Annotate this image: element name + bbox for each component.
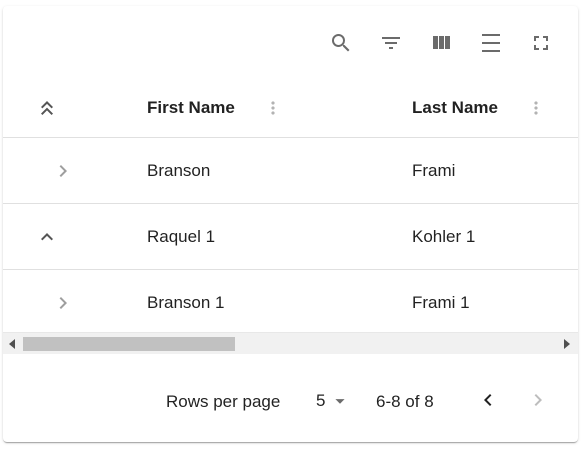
expand-cell — [27, 204, 87, 269]
expand-all-button[interactable] — [27, 88, 67, 128]
horizontal-scrollbar[interactable] — [3, 332, 578, 354]
expand-cell — [27, 138, 87, 203]
more-vert-icon — [534, 100, 538, 115]
density-button[interactable] — [474, 26, 508, 60]
cell-first-name: Raquel 1 — [147, 226, 216, 246]
chevron-left-icon — [484, 394, 492, 406]
table-header-row: First Name Last Name — [3, 78, 578, 138]
cell-last-name: Kohler 1 — [412, 226, 476, 246]
rows-per-page-label: Rows per page — [166, 392, 281, 411]
expand-row-button[interactable] — [43, 151, 83, 191]
chevron-right-icon — [59, 164, 67, 177]
search-button[interactable] — [324, 26, 358, 60]
triangle-left-icon — [9, 339, 15, 349]
arrow-drop-down-icon — [335, 399, 346, 404]
chevron-right-icon — [534, 394, 542, 406]
cell-last-name: Frami 1 — [412, 292, 470, 312]
density-icon — [482, 34, 500, 52]
rows-per-page-select[interactable]: 5 — [308, 384, 351, 418]
table-row: Raquel 1 Kohler 1 — [3, 204, 578, 270]
scrollbar-thumb[interactable] — [23, 337, 235, 351]
scroll-right-button[interactable] — [558, 333, 576, 355]
collapse-row-button[interactable] — [27, 217, 67, 257]
table-row: Branson Frami — [3, 138, 578, 204]
first-name-column-menu-button[interactable] — [261, 78, 285, 137]
previous-page-button[interactable] — [470, 382, 506, 418]
triangle-right-icon — [564, 339, 570, 349]
pagination-bar: Rows per page 5 6-8 of 8 — [3, 354, 578, 442]
search-icon — [332, 34, 350, 52]
last-name-column-menu-button[interactable] — [524, 78, 548, 137]
filter-icon — [382, 37, 400, 49]
pagination-range: 6-8 of 8 — [376, 392, 434, 411]
data-table: First Name Last Name Branson Frami Raque… — [3, 78, 578, 336]
expand-cell — [27, 270, 87, 335]
scroll-left-button[interactable] — [3, 333, 21, 355]
more-vert-icon — [271, 100, 275, 115]
column-header-label: First Name — [147, 97, 235, 117]
expand-row-button[interactable] — [43, 283, 83, 323]
chevron-right-icon — [59, 296, 67, 309]
column-header-last-name[interactable]: Last Name — [412, 78, 578, 137]
expand-all-cell — [27, 78, 87, 137]
next-page-button[interactable] — [520, 382, 556, 418]
rows-per-page-value: 5 — [316, 391, 326, 410]
fullscreen-button[interactable] — [524, 26, 558, 60]
double-chevron-up-icon — [41, 100, 53, 115]
table-container: First Name Last Name Branson Frami Raque… — [3, 6, 578, 442]
filter-button[interactable] — [374, 26, 408, 60]
columns-button[interactable] — [424, 26, 458, 60]
top-toolbar — [3, 6, 578, 78]
chevron-up-icon — [41, 232, 53, 240]
table-row: Branson 1 Frami 1 — [3, 270, 578, 336]
columns-icon — [433, 36, 450, 49]
cell-last-name: Frami — [412, 160, 456, 180]
cell-first-name: Branson 1 — [147, 292, 225, 312]
fullscreen-icon — [534, 36, 548, 50]
column-header-label: Last Name — [412, 97, 498, 117]
cell-first-name: Branson — [147, 160, 211, 180]
